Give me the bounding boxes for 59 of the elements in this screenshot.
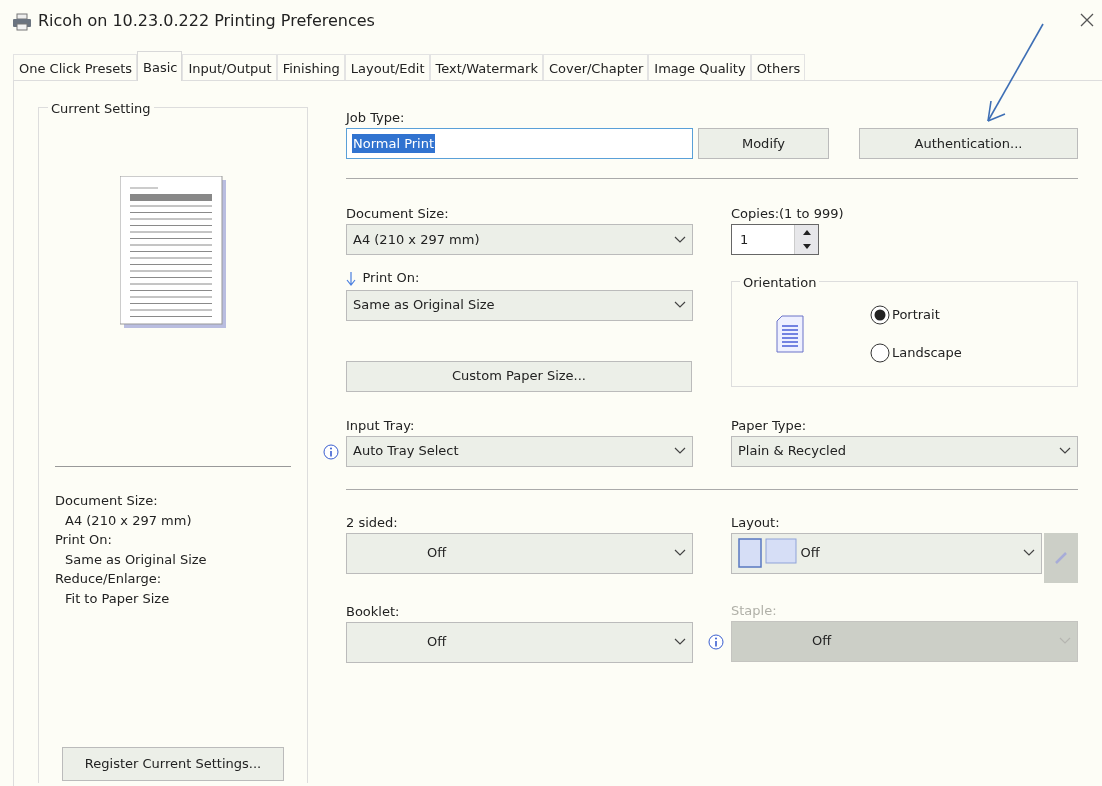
up-triangle-icon [802,229,811,235]
field-label: Job Type: [346,109,406,126]
tab[interactable]: One Click Presets [13,54,138,80]
layout-dropdown[interactable]: Off [731,532,1042,574]
two-sided-dropdown[interactable]: Off [346,532,693,574]
portrait-page-icon [776,315,804,353]
tab[interactable]: Input/Output [182,54,277,80]
down-triangle-icon [802,244,811,250]
radio-option[interactable]: Landscape [870,343,962,363]
info-icon [708,633,724,650]
copies-spinner[interactable]: 1 [731,224,819,255]
print-on-dropdown[interactable]: Same as Original Size [346,289,693,321]
document-size-dropdown[interactable]: A4 (210 x 297 mm) [346,224,693,255]
modify-button[interactable]: Modify [698,128,829,159]
tab[interactable]: Cover/Chapter [542,54,649,80]
tab[interactable]: Others [750,54,806,80]
portrait-layout-icon [738,538,762,568]
chevron-icon [674,638,686,646]
authentication-button[interactable]: Authentication... [859,128,1078,159]
tab[interactable]: Finishing [276,54,345,80]
chevron-icon [674,549,686,557]
job-type-field[interactable]: Normal Print [346,128,693,159]
summary-label: Document Size: [55,492,159,510]
field-label: Staple: [731,601,778,619]
tab[interactable]: Basic [137,51,183,81]
summary-label: Print On: [55,531,113,549]
chevron-icon [1059,637,1071,645]
summary-label: Reduce/Enlarge: [55,570,163,588]
window-title: Ricoh on 10.23.0.222 Printing Preferences [38,10,375,32]
tab[interactable]: Text/Watermark [429,54,543,80]
field-label: Paper Type: [731,416,808,434]
tab[interactable]: Image Quality [648,54,751,80]
summary-value: Fit to Paper Size [64,589,171,608]
chevron-icon [674,235,686,244]
chevron-icon [1023,549,1035,557]
chevron-icon [1059,447,1071,455]
summary-value: A4 (210 x 297 mm) [64,511,193,530]
summary-value: Same as Original Size [64,550,208,569]
field-label: 2 sided: [346,513,399,531]
booklet-dropdown[interactable]: Off [346,621,693,663]
field-label: Copies:(1 to 999) [731,205,845,222]
field-label: Document Size: [346,205,450,222]
down-arrow-icon [346,270,356,287]
paper-type-dropdown[interactable]: Plain & Recycled [731,435,1078,467]
field-label: Booklet: [346,602,401,620]
radio-option[interactable]: Portrait [870,305,962,325]
field-label: Input Tray: [346,416,416,434]
landscape-layout-icon [765,538,798,564]
custom-paper-size-button[interactable]: Custom Paper Size... [346,360,692,392]
chevron-icon [674,301,686,309]
chevron-icon [674,447,686,455]
printer-icon [12,12,32,31]
input-tray-dropdown[interactable]: Auto Tray Select [346,435,693,467]
info-icon [323,443,339,460]
register-settings-button[interactable]: Register Current Settings... [62,747,284,781]
field-label: Print On: [362,269,420,287]
tab[interactable]: Layout/Edit [344,54,430,80]
field-label: Layout: [731,513,781,531]
pencil-icon [1054,550,1068,565]
